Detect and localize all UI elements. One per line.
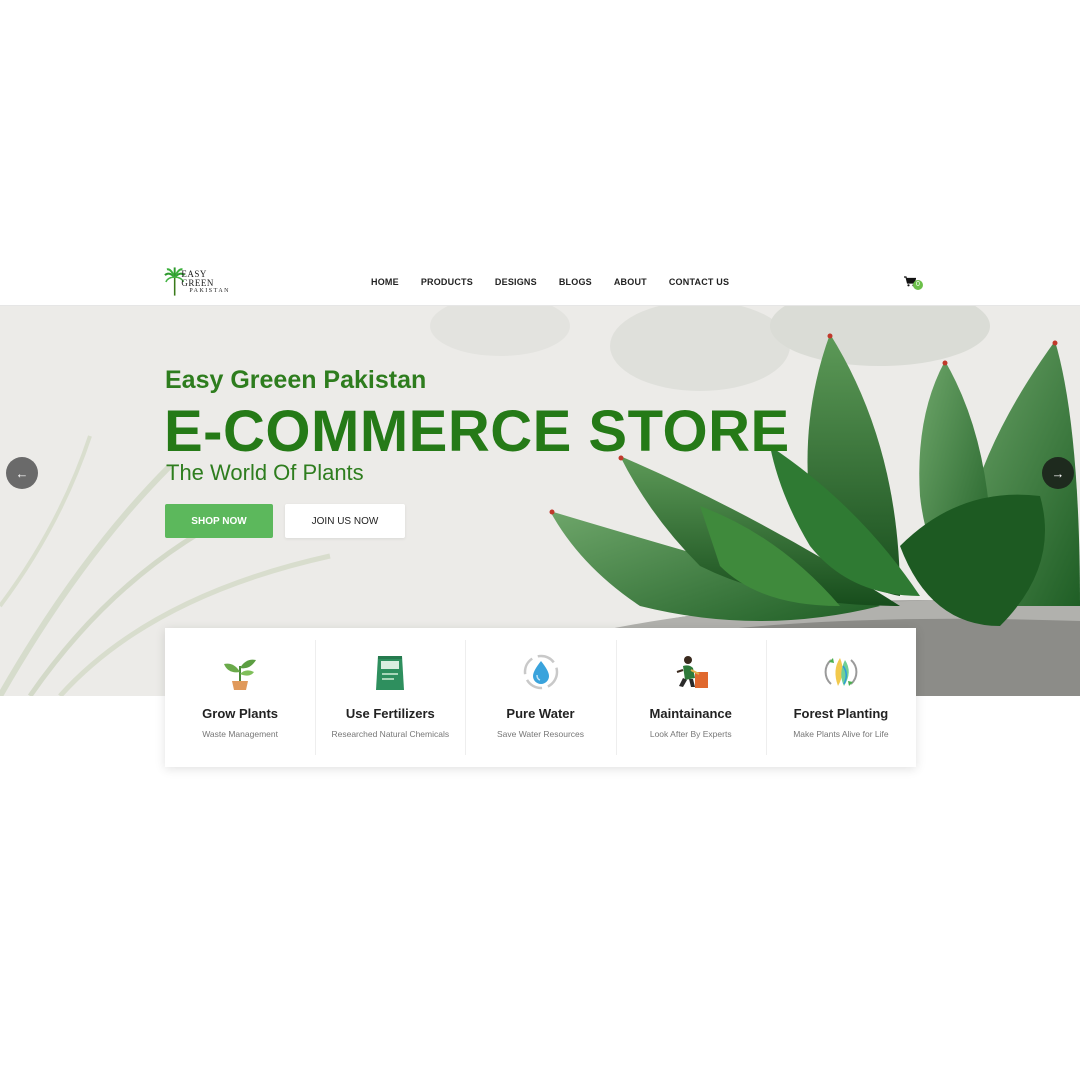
nav-designs[interactable]: DESIGNS <box>495 277 537 287</box>
slider-prev-button[interactable]: ← <box>6 457 38 489</box>
page: EASY GREEN PAKISTAN HOME PRODUCTS DESIGN… <box>0 0 1080 1080</box>
features-panel: Grow Plants Waste Management Use Fertili… <box>165 628 916 767</box>
feature-title: Forest Planting <box>793 706 889 721</box>
water-drop-icon <box>523 654 558 690</box>
nav-contact-us[interactable]: CONTACT US <box>669 277 729 287</box>
feature-description: Make Plants Alive for Life <box>793 729 889 739</box>
logo-text-line2: PAKISTAN <box>189 288 230 294</box>
feature-title: Pure Water <box>506 706 575 721</box>
hero-brand-title: Easy Greeen Pakistan <box>165 366 427 394</box>
feature-title: Grow Plants <box>202 706 279 721</box>
feature-title: Maintainance <box>649 706 732 721</box>
potted-plant-icon <box>224 659 257 690</box>
feature-description: Waste Management <box>202 729 278 739</box>
arrow-right-icon: → <box>1051 465 1065 481</box>
shop-now-button[interactable]: SHOP NOW <box>165 504 273 538</box>
main-nav: HOME PRODUCTS DESIGNS BLOGS ABOUT CONTAC… <box>360 258 751 306</box>
feature-title: Use Fertilizers <box>345 706 435 721</box>
feature-pure-water[interactable]: Pure Water Save Water Resources <box>465 628 615 767</box>
logo-text-line1: EASY GREEN <box>181 269 214 288</box>
feature-use-fertilizers[interactable]: Use Fertilizers Researched Natural Chemi… <box>315 628 465 767</box>
site-logo[interactable]: EASY GREEN PAKISTAN <box>164 266 240 298</box>
leaves-cycle-icon <box>824 658 858 686</box>
feature-grow-plants[interactable]: Grow Plants Waste Management <box>165 628 315 767</box>
hero-subtitle: The World Of Plants <box>166 460 364 485</box>
cart-button[interactable]: 0 <box>904 276 924 292</box>
nav-about[interactable]: ABOUT <box>614 277 647 287</box>
feature-description: Researched Natural Chemicals <box>331 729 450 739</box>
site-header: EASY GREEN PAKISTAN HOME PRODUCTS DESIGN… <box>0 258 1080 306</box>
fertilizer-bag-icon <box>376 656 405 690</box>
nav-products[interactable]: PRODUCTS <box>421 277 473 287</box>
gardener-icon <box>676 656 708 688</box>
nav-home[interactable]: HOME <box>371 277 399 287</box>
nav-blogs[interactable]: BLOGS <box>559 277 592 287</box>
feature-description: Save Water Resources <box>496 729 585 739</box>
feature-maintainance[interactable]: Maintainance Look After By Experts <box>615 628 766 767</box>
join-us-now-button[interactable]: JOIN US NOW <box>285 504 405 538</box>
feature-forest-planting[interactable]: Forest Planting Make Plants Alive for Li… <box>765 628 916 767</box>
arrow-left-icon: ← <box>15 465 29 481</box>
slider-next-button[interactable]: → <box>1042 457 1074 489</box>
feature-description: Look After By Experts <box>649 729 732 739</box>
hero-main-title: E-COMMERCE STORE <box>164 399 790 464</box>
cart-count-badge: 0 <box>913 280 923 290</box>
